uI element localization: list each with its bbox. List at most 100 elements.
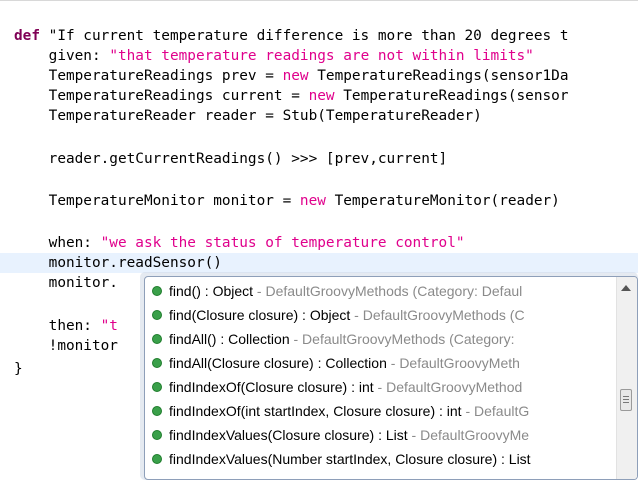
code-line[interactable]	[0, 126, 14, 146]
code-token: "If current temperature difference is mo…	[48, 28, 569, 44]
code-line[interactable]: TemperatureReadings prev = new Temperatu…	[0, 66, 569, 86]
completion-source: - DefaultGroovyMethod	[373, 379, 523, 395]
code-line[interactable]	[0, 206, 14, 226]
string-token: new	[299, 193, 326, 209]
code-line[interactable]: then: "t	[0, 316, 118, 336]
grip-line	[623, 396, 629, 397]
completion-source: - DefaultGroovyMe	[407, 427, 530, 443]
completion-source: - DefaultGroovyMethods (Category:	[289, 331, 515, 347]
public-method-icon	[152, 454, 162, 464]
code-line-text: TemperatureMonitor monitor = new Tempera…	[0, 193, 560, 209]
completion-signature: findIndexOf(Closure closure) : int	[169, 379, 374, 395]
code-line-text: monitor.readSensor()	[0, 255, 222, 271]
code-line[interactable]: TemperatureReader reader = Stub(Temperat…	[0, 106, 482, 126]
code-line[interactable]: given: "that temperature readings are no…	[0, 46, 534, 66]
completion-signature: findIndexValues(Number startIndex, Closu…	[169, 451, 531, 467]
code-token: TemperatureReadings(sensor1Da	[308, 68, 569, 84]
completion-label: findAll(Closure closure) : Collection - …	[169, 351, 520, 375]
completion-item[interactable]: findIndexValues(Closure closure) : List …	[145, 423, 615, 447]
code-line-text: !monitor	[0, 338, 118, 354]
completion-label: find() : Object - DefaultGroovyMethods (…	[169, 279, 522, 303]
public-method-icon	[152, 430, 162, 440]
scroll-thumb[interactable]	[620, 389, 632, 411]
completion-source: - DefaultGroovyMeth	[386, 355, 520, 371]
code-line-text: }	[0, 361, 23, 377]
code-line-text: then: "t	[0, 318, 118, 334]
completion-label: findIndexOf(int startIndex, Closure clos…	[169, 399, 529, 423]
completion-item[interactable]: findIndexOf(Closure closure) : int - Def…	[145, 375, 615, 399]
code-token: TemperatureMonitor(reader)	[325, 193, 560, 209]
completion-source: - DefaultGroovyMethods (Category: Defaul	[253, 283, 523, 299]
code-token: TemperatureReadings current =	[14, 88, 309, 104]
code-line[interactable]	[0, 286, 14, 306]
code-line[interactable]: def "If current temperature difference i…	[0, 26, 569, 46]
code-token: TemperatureReadings(sensor	[334, 88, 569, 104]
code-token: when:	[14, 235, 101, 251]
string-token: new	[282, 68, 309, 84]
code-line-text: TemperatureReadings prev = new Temperatu…	[0, 68, 569, 84]
completion-signature: findIndexValues(Closure closure) : List	[169, 427, 408, 443]
completion-item[interactable]: findIndexValues(Number startIndex, Closu…	[145, 447, 615, 471]
public-method-icon	[152, 286, 162, 296]
code-line-text: reader.getCurrentReadings() >>> [prev,cu…	[0, 151, 448, 167]
code-line-text: def "If current temperature difference i…	[0, 28, 569, 44]
grip-line	[623, 399, 629, 400]
string-token: "that temperature readings are not withi…	[109, 48, 534, 64]
code-token: then:	[14, 318, 101, 334]
completion-item[interactable]: find() : Object - DefaultGroovyMethods (…	[145, 279, 615, 303]
completion-source: - DefaultGroovyMethods (C	[350, 307, 525, 323]
completion-label: findIndexValues(Closure closure) : List …	[169, 423, 529, 447]
string-token: new	[308, 88, 335, 104]
code-token: !monitor	[14, 338, 118, 354]
code-token: TemperatureMonitor monitor =	[14, 193, 300, 209]
code-line[interactable]: !monitor	[0, 336, 118, 356]
keyword-token: def	[14, 28, 49, 44]
grip-line	[623, 402, 629, 403]
completion-label: findIndexValues(Number startIndex, Closu…	[169, 447, 531, 471]
code-line[interactable]: TemperatureMonitor monitor = new Tempera…	[0, 191, 560, 211]
code-token: TemperatureReader reader = Stub(Temperat…	[14, 108, 482, 124]
completion-item[interactable]: findAll(Closure closure) : Collection - …	[145, 351, 615, 375]
code-line-text: monitor.	[0, 275, 118, 291]
code-token: monitor.readSensor()	[14, 255, 222, 271]
code-token: }	[14, 361, 23, 377]
code-line[interactable]: TemperatureReadings current = new Temper…	[0, 86, 569, 106]
public-method-icon	[152, 334, 162, 344]
completion-label: find(Closure closure) : Object - Default…	[169, 303, 525, 327]
completion-signature: find() : Object	[169, 283, 254, 299]
public-method-icon	[152, 382, 162, 392]
completion-signature: findAll(Closure closure) : Collection	[169, 355, 387, 371]
completion-label: findAll() : Collection - DefaultGroovyMe…	[169, 327, 514, 351]
code-line[interactable]: monitor.	[0, 273, 118, 293]
public-method-icon	[152, 406, 162, 416]
code-line[interactable]	[0, 166, 14, 186]
string-token: "t	[100, 318, 118, 334]
completion-label: findIndexOf(Closure closure) : int - Def…	[169, 375, 522, 399]
code-token: TemperatureReadings prev =	[14, 68, 283, 84]
code-line-text: when: "we ask the status of temperature …	[0, 235, 465, 251]
completion-source: - DefaultG	[461, 403, 530, 419]
string-token: "we ask the status of temperature contro…	[100, 235, 465, 251]
code-line-text: given: "that temperature readings are no…	[0, 48, 534, 64]
code-line[interactable]: when: "we ask the status of temperature …	[0, 233, 465, 253]
completion-item[interactable]: find(Closure closure) : Object - Default…	[145, 303, 615, 327]
code-line-text: TemperatureReadings current = new Temper…	[0, 88, 569, 104]
completion-signature: findAll() : Collection	[169, 331, 290, 347]
content-assist-popup[interactable]: findIndexValues(Number startIndex, Closu…	[144, 276, 638, 480]
current-code-line[interactable]: monitor.readSensor()	[0, 253, 638, 273]
completion-item[interactable]: findAll() : Collection - DefaultGroovyMe…	[145, 327, 615, 351]
code-token: reader.getCurrentReadings() >>> [prev,cu…	[14, 151, 448, 167]
content-assist-scrollbar[interactable]	[616, 277, 637, 479]
public-method-icon	[152, 310, 162, 320]
code-line[interactable]: }	[0, 359, 23, 379]
code-line-text: TemperatureReader reader = Stub(Temperat…	[0, 108, 482, 124]
code-line[interactable]: reader.getCurrentReadings() >>> [prev,cu…	[0, 149, 448, 169]
completion-item[interactable]: findIndexOf(int startIndex, Closure clos…	[145, 399, 615, 423]
completion-signature: findIndexOf(int startIndex, Closure clos…	[169, 403, 462, 419]
scroll-up-arrow-icon[interactable]	[621, 285, 631, 291]
completion-signature: find(Closure closure) : Object	[169, 307, 351, 323]
